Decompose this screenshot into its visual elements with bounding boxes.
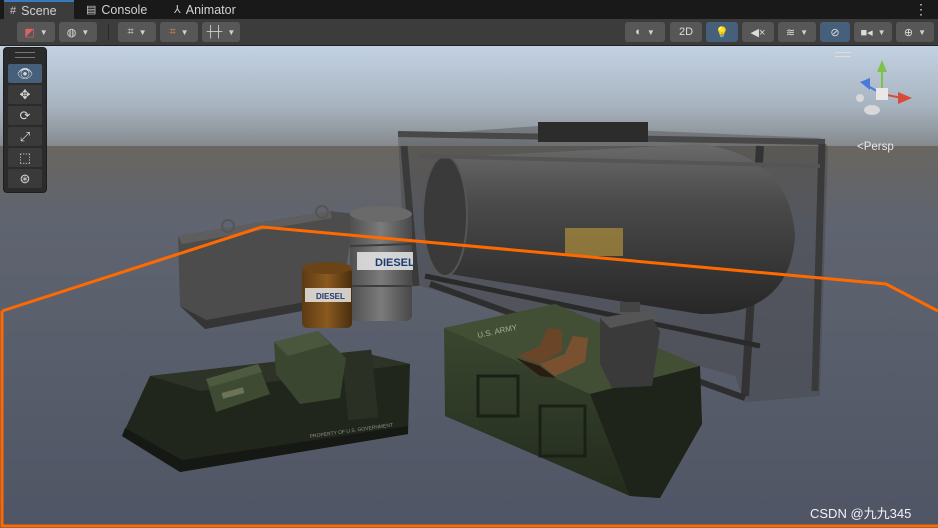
chevron-down-icon: ▼ <box>81 27 90 37</box>
eye-icon: 👁 <box>16 65 34 81</box>
grid-icon: # <box>10 4 17 17</box>
lightbulb-icon: 💡 <box>715 26 729 39</box>
move-tool-button[interactable]: ✥ <box>8 85 42 104</box>
increment-snap-dropdown[interactable]: ┼┼ ▼ <box>202 22 240 42</box>
animator-icon: ⅄ <box>174 4 181 16</box>
hidden-eye-icon: ⊘ <box>830 26 840 39</box>
scene-viewport[interactable]: DIESEL DIESEL PROPERTY OF U.S. GOVERNMEN… <box>0 46 938 528</box>
scene-visibility-toggle[interactable]: ⊘ <box>820 22 850 42</box>
scene-toolbar: ◩ ▼ ◍ ▼ ⌗ ▼ ⌗ ▼ ┼┼ ▼ ◐ ▼ 2D 💡 ◀× ≋ ▼ ⊘ ■◂ ▼ ⊕ ▼ <box>0 19 938 46</box>
watermark: CSDN @九九345 <box>810 506 912 521</box>
tab-console[interactable]: ▤ Console <box>86 0 158 19</box>
rect-tool-button[interactable]: ⬚ <box>8 148 42 167</box>
transform-tool-button[interactable]: ⊛ <box>8 169 42 188</box>
rotate-icon: ⟳ <box>19 107 31 123</box>
ruler-icon: ┼┼ <box>206 26 223 38</box>
chevron-down-icon: ▼ <box>180 27 189 37</box>
tab-console-label: Console <box>101 2 148 17</box>
grey-barrel-label: DIESEL <box>375 257 415 269</box>
effects-dropdown[interactable]: ≋ ▼ <box>778 22 816 42</box>
tab-animator-label: Animator <box>185 2 236 17</box>
grid-visibility-dropdown[interactable]: ⌗ ▼ <box>118 22 156 42</box>
grid-snapping-dropdown[interactable]: ⌗ ▼ <box>160 22 198 42</box>
tools-overlay: 👁 ✥ ⟳ ⤢ ⬚ ⊛ <box>3 47 47 193</box>
camera-settings-dropdown[interactable]: ■◂ ▼ <box>854 22 892 42</box>
scene-render: DIESEL DIESEL PROPERTY OF U.S. GOVERNMEN… <box>0 46 938 528</box>
x-axis-cone[interactable] <box>898 92 912 104</box>
toolbar-separator <box>108 24 109 40</box>
audio-mute-icon: ◀× <box>750 26 766 39</box>
chevron-down-icon: ▼ <box>918 27 927 37</box>
chevron-down-icon: ▼ <box>800 27 809 37</box>
editor-tab-bar: # Scene ▤ Console ⅄ Animator ⋮ <box>0 0 938 19</box>
tab-scene[interactable]: # Scene <box>4 0 74 19</box>
tab-animator[interactable]: ⅄ Animator <box>174 0 254 19</box>
effects-layers-icon: ≋ <box>785 26 796 39</box>
rotate-tool-button[interactable]: ⟳ <box>8 106 42 125</box>
z-axis-cone[interactable] <box>860 78 870 90</box>
tab-scene-label: Scene <box>21 3 57 18</box>
gizmo-center-cube[interactable] <box>876 88 888 100</box>
camera-icon: ■◂ <box>860 26 873 39</box>
gizmos-dropdown[interactable]: ⊕ ▼ <box>896 22 934 42</box>
gizmo-grip[interactable] <box>835 52 851 57</box>
overlay-grip[interactable] <box>15 52 35 58</box>
draw-mode-dropdown[interactable]: ◩ ▼ <box>17 22 55 42</box>
neg-axis-cone[interactable] <box>864 105 880 115</box>
transform-icon: ⊛ <box>19 170 31 186</box>
toggle-2d-button[interactable]: 2D <box>670 22 702 42</box>
neg-axis-cone[interactable] <box>856 94 864 102</box>
audio-toggle[interactable]: ◀× <box>742 22 774 42</box>
shading-mode-dropdown[interactable]: ◐ ▼ <box>625 22 665 42</box>
gizmos-icon: ⊕ <box>903 26 914 39</box>
chevron-down-icon: ▼ <box>138 27 147 37</box>
globe-icon: ◍ <box>66 26 77 39</box>
toggle-2d-label: 2D <box>678 26 694 38</box>
move-arrows-icon: ✥ <box>19 86 31 102</box>
chevron-down-icon: ▼ <box>646 27 655 37</box>
grid-snapping-icon: ⌗ <box>169 25 176 38</box>
global-local-dropdown[interactable]: ◍ ▼ <box>59 22 97 42</box>
brown-barrel[interactable]: DIESEL <box>302 262 352 328</box>
chevron-down-icon: ▼ <box>227 27 236 37</box>
scale-tool-button[interactable]: ⤢ <box>8 127 42 146</box>
rect-transform-icon: ⬚ <box>18 149 32 165</box>
chevron-down-icon: ▼ <box>877 27 886 37</box>
brown-barrel-label: DIESEL <box>316 292 345 301</box>
projection-label[interactable]: <Persp <box>857 141 894 153</box>
lighting-toggle[interactable]: 💡 <box>706 22 738 42</box>
draw-mode-icon: ◩ <box>24 26 35 39</box>
console-icon: ▤ <box>86 4 97 16</box>
y-axis-cone[interactable] <box>877 60 887 72</box>
shading-sphere-icon: ◐ <box>635 26 642 38</box>
view-tool-button[interactable]: 👁 <box>8 64 42 83</box>
orientation-gizmo[interactable] <box>850 56 914 126</box>
chevron-down-icon: ▼ <box>39 27 48 37</box>
grey-barrel[interactable]: DIESEL <box>349 206 415 321</box>
more-options-icon[interactable]: ⋮ <box>914 1 928 18</box>
scale-icon: ⤢ <box>19 128 31 144</box>
grid-snap-icon: ⌗ <box>127 25 134 38</box>
